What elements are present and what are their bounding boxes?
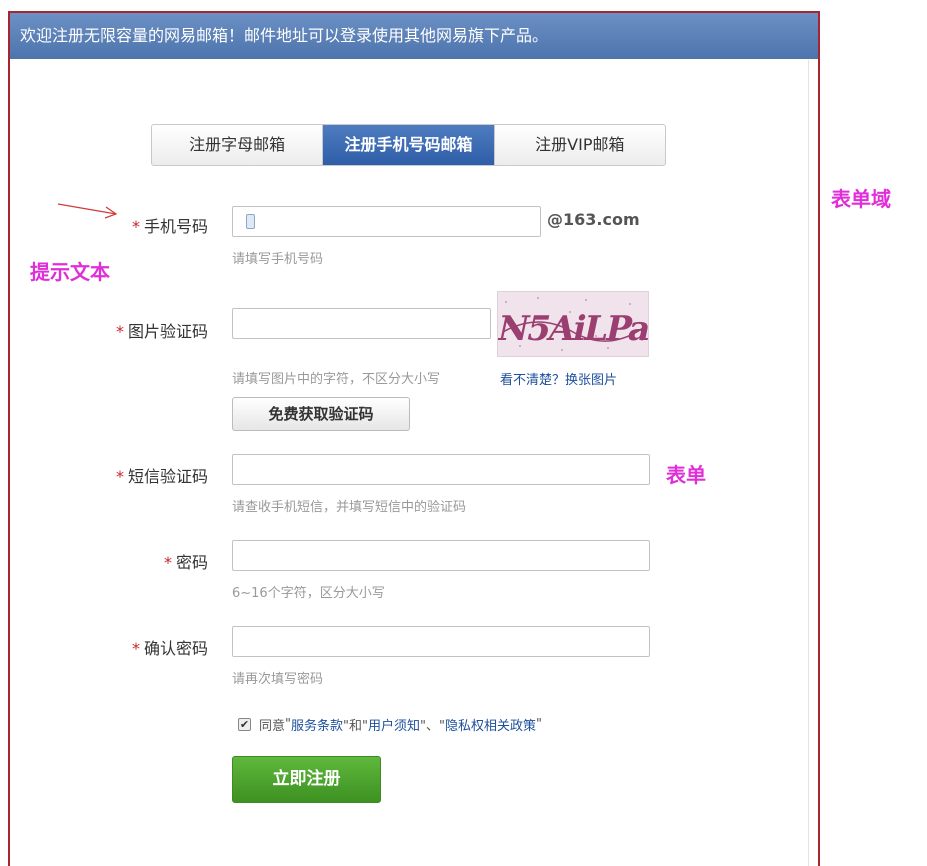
captcha-label: * 图片验证码	[115, 322, 208, 341]
user-notice-link[interactable]: 用户须知	[368, 715, 420, 734]
annotation-form-area: 表单域	[831, 187, 891, 211]
email-suffix: @163.com	[547, 210, 640, 229]
phone-label: * 手机号码	[131, 217, 208, 236]
page-header: 欢迎注册无限容量的网易邮箱！邮件地址可以登录使用其他网易旗下产品。	[10, 13, 818, 59]
phone-hint: 请填写手机号码	[232, 252, 324, 267]
header-text: 欢迎注册无限容量的网易邮箱！邮件地址可以登录使用其他网易旗下产品。	[20, 26, 549, 45]
password-label: * 密码	[163, 553, 208, 572]
sms-label: * 短信验证码	[115, 467, 208, 486]
tab-letter-email[interactable]: 注册字母邮箱	[152, 125, 322, 165]
phone-icon	[246, 214, 255, 229]
tab-vip-email[interactable]: 注册VIP邮箱	[493, 125, 665, 165]
register-button[interactable]: 立即注册	[232, 756, 381, 803]
captcha-image[interactable]: N5AiLPa	[494, 291, 655, 357]
divider	[808, 60, 809, 866]
password-input[interactable]	[232, 540, 650, 571]
captcha-hint: 请填写图片中的字符，不区分大小写	[232, 372, 441, 387]
captcha-noise: N5AiLPa	[494, 297, 655, 351]
refresh-captcha-link[interactable]: 看不清楚？换张图片	[500, 369, 617, 388]
terms-link[interactable]: 服务条款	[291, 715, 343, 734]
get-sms-code-button[interactable]: 免费获取验证码	[232, 397, 410, 431]
confirm-password-label: * 确认密码	[131, 639, 208, 658]
captcha-text: N5AiLPa	[498, 309, 648, 349]
agreement-checkbox[interactable]: ✔	[238, 718, 251, 731]
phone-input[interactable]	[232, 206, 541, 237]
sms-code-input[interactable]	[232, 454, 650, 485]
tab-bar: 注册字母邮箱 注册手机号码邮箱 注册VIP邮箱	[151, 124, 666, 166]
password-hint: 6~16个字符，区分大小写	[232, 586, 385, 601]
confirm-password-hint: 请再次填写密码	[232, 672, 324, 687]
annotation-hint-text: 提示文本	[30, 260, 110, 284]
confirm-password-input[interactable]	[232, 626, 650, 657]
annotation-form: 表单	[666, 463, 706, 487]
privacy-policy-link[interactable]: 隐私权相关政策	[445, 715, 536, 734]
sms-hint: 请查收手机短信，并填写短信中的验证码	[232, 500, 467, 515]
agreement-row: ✔ 同意 " 服务条款 "和" 用户须知 "、" 隐私权相关政策 "	[238, 715, 542, 734]
tab-phone-email[interactable]: 注册手机号码邮箱	[322, 125, 494, 165]
captcha-input[interactable]	[232, 308, 491, 339]
